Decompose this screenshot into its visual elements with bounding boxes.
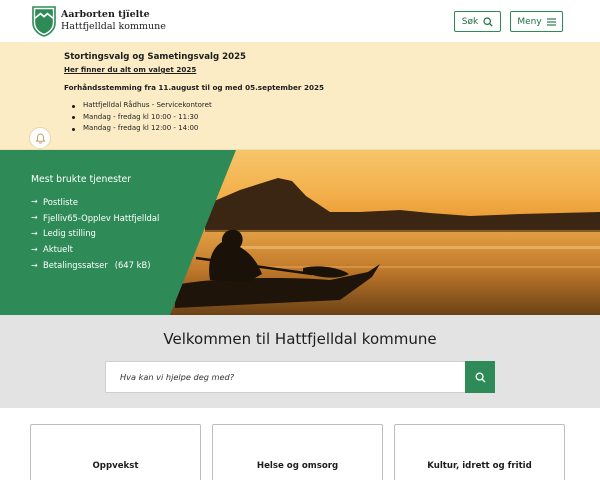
service-link-label: Postliste xyxy=(43,196,78,207)
logo-name-norwegian: Hattfjelldal kommune xyxy=(61,21,166,32)
service-link-ledig-stilling[interactable]: → Ledig stilling xyxy=(31,226,159,242)
arrow-right-icon: → xyxy=(31,228,38,238)
service-link-label: Ledig stilling xyxy=(43,228,96,239)
hamburger-icon xyxy=(546,17,556,26)
list-item: Hattfjelldal Rådhus - Servicekontoret xyxy=(72,100,212,112)
search-button-label: Søk xyxy=(461,16,479,27)
service-link-fjelliv65[interactable]: → Fjelliv65-Opplev Hattfjelldal xyxy=(31,210,159,226)
menu-button[interactable]: Meny xyxy=(510,11,563,32)
arrow-right-icon: → xyxy=(31,197,38,207)
arrow-right-icon: → xyxy=(31,244,38,254)
alert-title: Stortingsvalg og Sametingsvalg 2025 xyxy=(64,52,247,62)
site-header: Aarborten tjïelte Hattfjelldal kommune S… xyxy=(0,0,600,42)
services-list: → Postliste → Fjelliv65-Opplev Hattfjell… xyxy=(31,194,159,273)
service-link-label: Aktuelt xyxy=(43,244,73,255)
welcome-section: Velkommen til Hattfjelldal kommune xyxy=(0,315,600,408)
arrow-right-icon: → xyxy=(31,213,38,223)
arrow-right-icon: → xyxy=(31,260,38,270)
category-card-helse-og-omsorg[interactable]: Helse og omsorg xyxy=(212,424,383,480)
category-card-kultur-idrett-fritid[interactable]: Kultur, idrett og fritid xyxy=(394,424,565,480)
search-icon xyxy=(475,372,485,382)
category-card-label: Helse og omsorg xyxy=(256,461,339,471)
alert-bell-badge xyxy=(29,127,51,149)
municipal-shield-icon[interactable] xyxy=(32,6,56,37)
list-item: Mandag - fredag kl 10:00 - 11:30 xyxy=(72,112,212,124)
search-submit-button[interactable] xyxy=(465,361,495,393)
service-link-betalingssatser[interactable]: → Betalingssatser (647 kB) xyxy=(31,257,159,273)
election-info-link[interactable]: Her finner du alt om valget 2025 xyxy=(64,65,196,74)
menu-button-label: Meny xyxy=(517,16,542,27)
bell-icon xyxy=(35,133,45,144)
alert-subtitle: Forhåndsstemming fra 11.august til og me… xyxy=(64,83,324,92)
service-link-postliste[interactable]: → Postliste xyxy=(31,194,159,210)
logo-text[interactable]: Aarborten tjïelte Hattfjelldal kommune xyxy=(61,9,166,33)
category-card-oppvekst[interactable]: Oppvekst xyxy=(30,424,201,480)
logo-name-south-sami: Aarborten tjïelte xyxy=(61,9,150,20)
category-card-label: Oppvekst xyxy=(92,461,139,471)
hero-section: Mest brukte tjenester → Postliste → Fjel… xyxy=(0,150,600,315)
service-link-aktuelt[interactable]: → Aktuelt xyxy=(31,241,159,257)
service-link-label: Betalingssatser xyxy=(43,260,108,271)
search-icon xyxy=(483,16,493,27)
category-card-label: Kultur, idrett og fritid xyxy=(427,461,532,471)
search-input[interactable] xyxy=(105,361,465,393)
page-title: Velkommen til Hattfjelldal kommune xyxy=(163,330,437,348)
list-item: Mandag - fredag kl 12:00 - 14:00 xyxy=(72,123,212,135)
file-size-label: (647 kB) xyxy=(114,260,151,271)
service-link-label: Fjelliv65-Opplev Hattfjelldal xyxy=(43,212,160,223)
alert-details-list: Hattfjelldal Rådhus - Servicekontoret Ma… xyxy=(72,100,212,135)
search-button[interactable]: Søk xyxy=(454,11,501,32)
services-heading: Mest brukte tjenester xyxy=(31,174,132,185)
